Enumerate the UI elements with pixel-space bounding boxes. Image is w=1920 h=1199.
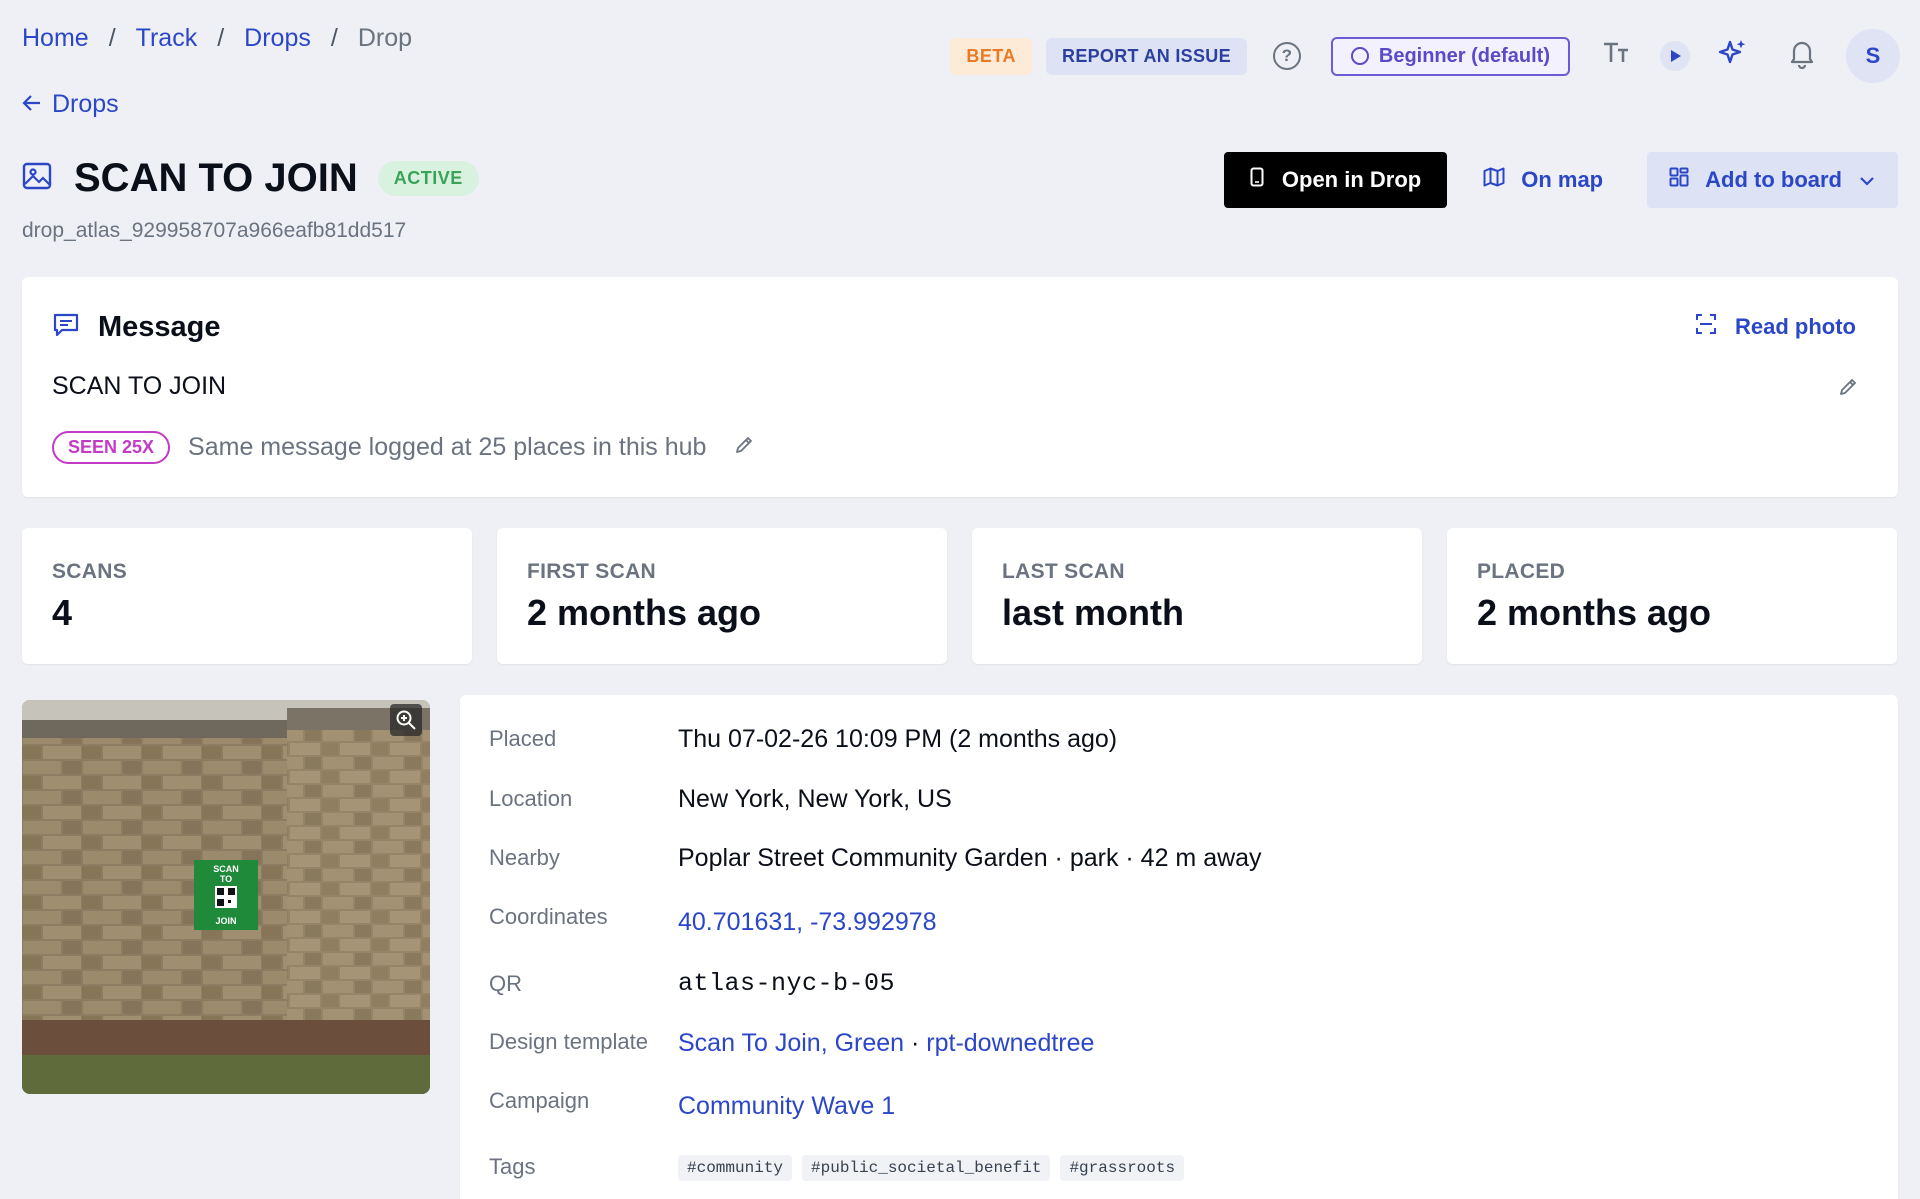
seen-count-badge[interactable]: SEEN 25X — [52, 431, 171, 464]
chat-icon — [52, 311, 80, 344]
open-in-drop-button[interactable]: Open in Drop — [1223, 152, 1448, 208]
breadcrumb-home-link[interactable]: Home — [22, 24, 89, 53]
breadcrumb-current: Drop — [357, 24, 412, 52]
help-icon[interactable]: ? — [1272, 42, 1301, 70]
beta-badge: BETA — [950, 37, 1033, 75]
detail-label: QR — [489, 971, 522, 996]
text-size-icon[interactable] — [1602, 40, 1630, 73]
read-photo-label: Read photo — [1735, 314, 1856, 339]
drop-id: drop_atlas_929958707a966eafb81dd517 — [22, 219, 407, 242]
read-photo-button[interactable]: Read photo — [1695, 313, 1856, 341]
message-text: SCAN TO JOIN — [52, 372, 227, 400]
message-card: Message Read photo SCAN TO JOIN SEEN 25X… — [22, 277, 1898, 497]
image-icon — [22, 161, 52, 196]
breadcrumb-track-link[interactable]: Track — [136, 24, 198, 53]
sign-text: TO — [220, 874, 232, 884]
stat-value: last month — [1002, 592, 1185, 633]
drop-photo[interactable]: SCAN TO JOIN — [22, 700, 430, 1094]
on-map-label: On map — [1521, 167, 1604, 192]
stat-card-last-scan: LAST SCAN last month — [972, 528, 1422, 664]
breadcrumb-separator: / — [330, 24, 338, 52]
drop-header: SCAN TO JOIN ACTIVE — [22, 156, 479, 201]
stat-card-first-scan: FIRST SCAN 2 months ago — [497, 528, 947, 664]
sign-text: SCAN — [213, 864, 239, 874]
coordinates-link[interactable]: 40.701631, -73.992978 — [678, 908, 937, 937]
report-issue-button[interactable]: REPORT AN ISSUE — [1046, 37, 1247, 75]
stat-value: 2 months ago — [1477, 592, 1712, 633]
breadcrumb-drops-link[interactable]: Drops — [244, 24, 311, 53]
top-toolbar: BETA REPORT AN ISSUE ? Beginner (default… — [950, 29, 1900, 83]
experience-level-label: Beginner (default) — [1378, 44, 1550, 67]
sparkle-icon[interactable] — [1718, 38, 1748, 75]
arrow-left-icon — [22, 90, 42, 119]
phone-icon — [1250, 167, 1264, 193]
stat-value: 2 months ago — [527, 592, 762, 633]
detail-label: Location — [489, 786, 573, 811]
status-badge: ACTIVE — [377, 161, 479, 196]
stat-label: SCANS — [52, 560, 128, 583]
nearby-value: Poplar Street Community Garden · park · … — [678, 844, 1262, 872]
detail-label: Design template — [489, 1029, 648, 1054]
bell-icon[interactable] — [1788, 39, 1816, 74]
stat-label: PLACED — [1477, 560, 1566, 583]
on-map-button[interactable]: On map — [1483, 167, 1603, 193]
stat-value: 4 — [52, 592, 73, 633]
pencil-icon[interactable] — [734, 435, 754, 460]
chevron-down-icon — [1858, 167, 1876, 193]
message-header: Message — [52, 311, 221, 344]
page-title: SCAN TO JOIN — [74, 156, 358, 200]
play-icon[interactable] — [1660, 41, 1690, 71]
zoom-in-icon[interactable] — [390, 704, 422, 736]
breadcrumb: Home / Track / Drops / Drop — [22, 24, 412, 53]
placed-value: Thu 07-02-26 10:09 PM (2 months ago) — [678, 725, 1118, 753]
location-value: New York, New York, US — [678, 785, 952, 813]
detail-label: Tags — [489, 1154, 536, 1179]
breadcrumb-separator: / — [108, 24, 116, 52]
design-code-link[interactable]: rpt-downedtree — [926, 1029, 1094, 1057]
detail-label: Coordinates — [489, 904, 608, 929]
add-to-board-button[interactable]: Add to board — [1647, 152, 1898, 208]
tag[interactable]: #community — [678, 1155, 793, 1181]
stat-card-placed: PLACED 2 months ago — [1447, 528, 1897, 664]
design-separator: · — [904, 1029, 927, 1057]
tag[interactable]: #grassroots — [1060, 1155, 1185, 1181]
stat-label: FIRST SCAN — [527, 560, 656, 583]
add-to-board-label: Add to board — [1705, 167, 1842, 192]
message-heading: Message — [98, 311, 221, 343]
experience-level-button[interactable]: Beginner (default) — [1330, 36, 1570, 76]
details-card: Placed Thu 07-02-26 10:09 PM (2 months a… — [460, 695, 1898, 1199]
scan-icon — [1695, 313, 1717, 341]
tag[interactable]: #public_societal_benefit — [802, 1155, 1051, 1181]
grid-icon — [1669, 167, 1689, 193]
detail-label: Placed — [489, 726, 557, 751]
photo-image: SCAN TO JOIN — [22, 700, 430, 1094]
breadcrumb-separator: / — [217, 24, 225, 52]
campaign-link[interactable]: Community Wave 1 — [678, 1092, 895, 1121]
map-icon — [1483, 167, 1505, 193]
design-template-value: Scan To Join, Green · rpt-downedtree — [678, 1029, 1094, 1058]
seen-description: Same message logged at 25 places in this… — [188, 433, 707, 461]
tags-list: #community #public_societal_benefit #grass… — [678, 1150, 1194, 1181]
detail-label: Nearby — [489, 845, 560, 870]
design-template-link[interactable]: Scan To Join, Green — [678, 1029, 904, 1057]
sign-text: JOIN — [215, 916, 236, 926]
duplicate-info: SEEN 25X Same message logged at 25 place… — [52, 431, 754, 464]
stat-card-scans: SCANS 4 — [22, 528, 472, 664]
open-in-drop-label: Open in Drop — [1281, 167, 1422, 192]
back-to-drops-link[interactable]: Drops — [22, 90, 119, 119]
qr-value: atlas-nyc-b-05 — [678, 969, 896, 998]
avatar[interactable]: S — [1846, 29, 1900, 83]
back-link-label: Drops — [52, 90, 119, 118]
detail-label: Campaign — [489, 1088, 590, 1113]
compass-icon — [1350, 47, 1369, 65]
stat-label: LAST SCAN — [1002, 560, 1125, 583]
drop-actions: Open in Drop On map Add to board — [1223, 152, 1898, 208]
pencil-icon[interactable] — [1838, 377, 1858, 402]
